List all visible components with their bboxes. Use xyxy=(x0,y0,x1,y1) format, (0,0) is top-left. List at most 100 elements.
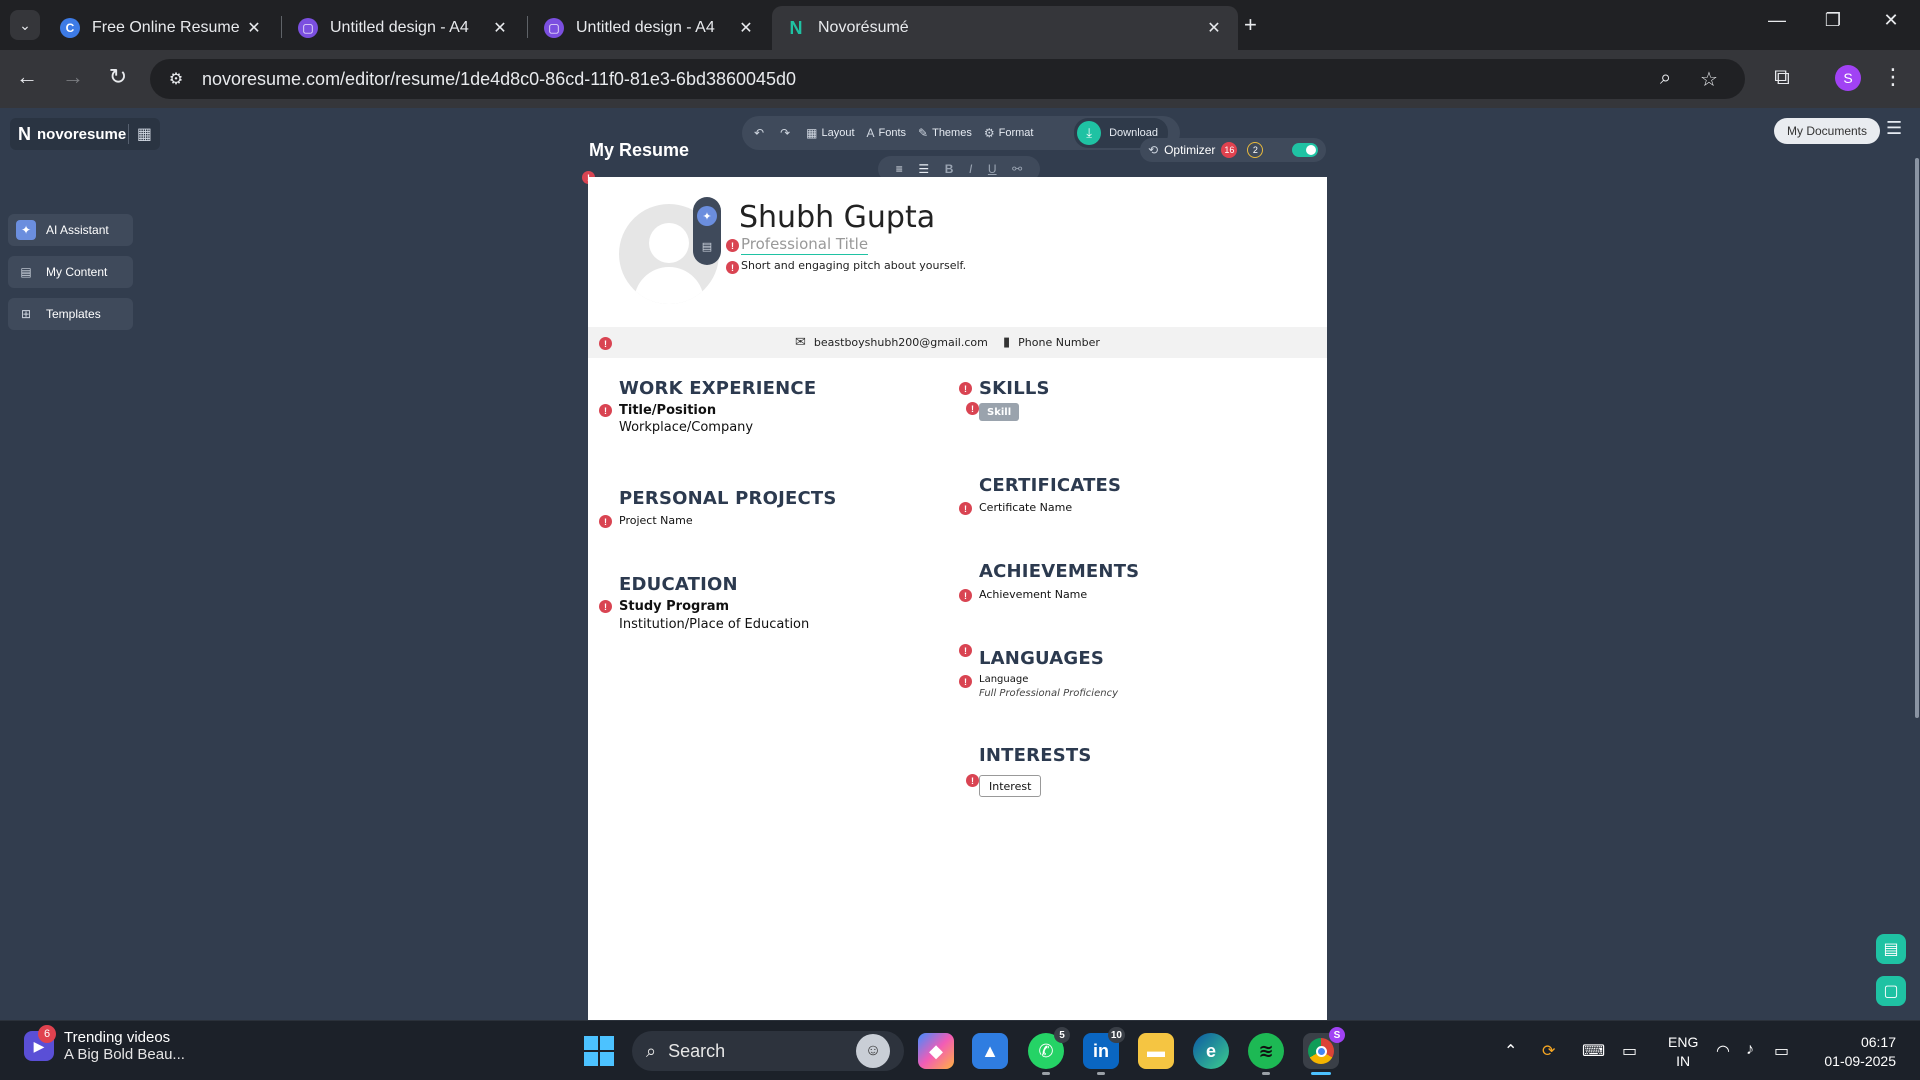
forward-button[interactable]: → xyxy=(58,64,88,90)
sidebar-item-ai-assistant[interactable]: ✦ AI Assistant xyxy=(8,214,133,246)
tab-search-button[interactable]: ⌄ xyxy=(10,10,40,40)
photos-icon[interactable]: ▲ xyxy=(972,1033,1008,1069)
error-indicator-icon[interactable]: ! xyxy=(726,261,739,274)
linkedin-icon[interactable]: in 10 xyxy=(1083,1027,1125,1075)
error-indicator-icon[interactable]: ! xyxy=(959,644,972,657)
section-heading-certificates[interactable]: CERTIFICATES xyxy=(979,475,1121,496)
optimizer-toggle[interactable] xyxy=(1292,143,1318,157)
close-icon[interactable]: ✕ xyxy=(1204,18,1224,38)
ai-photo-icon[interactable]: ✦ xyxy=(697,206,717,226)
underline-icon[interactable]: U xyxy=(988,162,997,176)
tab-resume-builder[interactable]: C Free Online Resume Builder | Ea ✕ xyxy=(46,6,278,50)
error-indicator-icon[interactable]: ! xyxy=(599,515,612,528)
bold-icon[interactable]: B xyxy=(945,162,954,176)
resume-name[interactable]: Shubh Gupta xyxy=(739,200,935,235)
close-window-button[interactable]: ✕ xyxy=(1876,10,1906,31)
fonts-button[interactable]: A Fonts xyxy=(867,126,907,140)
touchpad-icon[interactable]: ▭ xyxy=(1622,1041,1637,1061)
study-program-field[interactable]: Study Program xyxy=(619,599,729,614)
close-icon[interactable]: ✕ xyxy=(736,18,756,38)
institution-field[interactable]: Institution/Place of Education xyxy=(619,617,809,632)
restore-button[interactable]: ❐ xyxy=(1818,10,1848,31)
site-info-icon[interactable]: ⚙ xyxy=(156,69,196,89)
copilot-icon[interactable]: ◆ xyxy=(918,1033,954,1069)
optimizer-control[interactable]: ⟲ Optimizer 16 2 xyxy=(1140,138,1326,162)
taskbar-search[interactable]: ⌕ Search ☺ xyxy=(632,1031,904,1071)
language-indicator[interactable]: ENG IN xyxy=(1668,1033,1698,1071)
error-indicator-icon[interactable]: ! xyxy=(959,382,972,395)
error-indicator-icon[interactable]: ! xyxy=(599,337,612,350)
error-indicator-icon[interactable]: ! xyxy=(599,600,612,613)
error-indicator-icon[interactable]: ! xyxy=(959,589,972,602)
profile-avatar[interactable]: S xyxy=(1835,65,1861,91)
spotify-icon[interactable]: ≋ xyxy=(1248,1033,1284,1075)
pitch-field[interactable]: Short and engaging pitch about yourself. xyxy=(741,259,966,272)
photo-edit-icon[interactable]: ▤ xyxy=(697,236,717,256)
error-indicator-icon[interactable]: ! xyxy=(966,774,979,787)
keyboard-icon[interactable]: ⌨ xyxy=(1582,1041,1605,1061)
edge-icon[interactable]: e xyxy=(1193,1033,1229,1069)
file-explorer-icon[interactable]: ▬ xyxy=(1138,1033,1174,1069)
notes-button[interactable]: ▤ xyxy=(1876,934,1906,964)
clock[interactable]: 06:17 01-09-2025 xyxy=(1816,1033,1896,1071)
error-indicator-icon[interactable]: ! xyxy=(726,239,739,252)
error-indicator-icon[interactable]: ! xyxy=(599,404,612,417)
sync-icon[interactable]: ⟳ xyxy=(1542,1041,1555,1061)
error-indicator-icon[interactable]: ! xyxy=(959,675,972,688)
section-heading-skills[interactable]: SKILLS xyxy=(979,378,1050,399)
reload-button[interactable]: ↻ xyxy=(103,64,133,90)
achievement-name-field[interactable]: Achievement Name xyxy=(979,588,1087,601)
hamburger-menu-icon[interactable]: ☰ xyxy=(1886,118,1902,139)
work-title-field[interactable]: Title/Position xyxy=(619,403,716,418)
italic-icon[interactable]: I xyxy=(969,162,972,176)
battery-icon[interactable]: ▭ xyxy=(1774,1041,1789,1061)
section-heading-education[interactable]: EDUCATION xyxy=(619,574,738,595)
email-contact[interactable]: ✉ beastboyshubh200@gmail.com xyxy=(795,335,988,350)
volume-icon[interactable]: ♪ xyxy=(1746,1041,1754,1059)
format-button[interactable]: ⚙ Format xyxy=(984,126,1034,140)
chat-button[interactable]: ▢ xyxy=(1876,976,1906,1006)
close-icon[interactable]: ✕ xyxy=(244,18,264,38)
zoom-icon[interactable]: ⌕ xyxy=(1660,67,1671,90)
start-button[interactable] xyxy=(584,1036,614,1066)
new-tab-button[interactable]: + xyxy=(1244,12,1257,38)
undo-button[interactable]: ↶ xyxy=(754,126,768,140)
certificate-name-field[interactable]: Certificate Name xyxy=(979,501,1072,514)
sidebar-item-templates[interactable]: ⊞ Templates xyxy=(8,298,133,330)
bookmark-star-icon[interactable]: ☆ xyxy=(1700,67,1718,92)
app-grid-icon[interactable]: ▦ xyxy=(127,124,152,144)
minimize-button[interactable]: — xyxy=(1762,10,1792,31)
chevron-up-icon[interactable]: ⌃ xyxy=(1504,1041,1517,1061)
section-heading-achievements[interactable]: ACHIEVEMENTS xyxy=(979,561,1139,582)
whatsapp-icon[interactable]: ✆ 5 xyxy=(1028,1027,1070,1075)
error-indicator-icon[interactable]: ! xyxy=(966,402,979,415)
redo-button[interactable]: ↷ xyxy=(780,126,794,140)
align-justify-icon[interactable]: ☰ xyxy=(918,162,929,176)
tab-novoresume[interactable]: N Novorésumé ✕ xyxy=(772,6,1238,50)
section-heading-personal-projects[interactable]: PERSONAL PROJECTS xyxy=(619,488,837,509)
browser-menu-button[interactable]: ⋮ xyxy=(1878,64,1908,90)
url-text[interactable]: novoresume.com/editor/resume/1de4d8c0-86… xyxy=(202,69,796,90)
tab-untitled-design-1[interactable]: ▢ Untitled design - A4 ✕ xyxy=(284,6,524,50)
error-indicator-icon[interactable]: ! xyxy=(959,502,972,515)
section-heading-interests[interactable]: INTERESTS xyxy=(979,745,1092,766)
widgets-button[interactable]: ▶ 6 Trending videos A Big Bold Beau... xyxy=(24,1025,185,1063)
scrollbar-thumb[interactable] xyxy=(1915,158,1919,718)
professional-title-field[interactable]: Professional Title xyxy=(741,235,869,255)
close-icon[interactable]: ✕ xyxy=(490,18,510,38)
project-name-field[interactable]: Project Name xyxy=(619,514,693,527)
address-bar[interactable]: ⚙ novoresume.com/editor/resume/1de4d8c0-… xyxy=(150,59,1745,99)
phone-contact[interactable]: ▮ Phone Number xyxy=(1003,335,1100,350)
back-button[interactable]: ← xyxy=(12,64,42,90)
my-documents-button[interactable]: My Documents xyxy=(1774,118,1880,144)
align-left-icon[interactable]: ≡ xyxy=(896,162,903,176)
extensions-button[interactable]: ⧉ xyxy=(1767,64,1797,90)
wifi-icon[interactable]: ◠ xyxy=(1716,1041,1730,1061)
layout-button[interactable]: ▦ Layout xyxy=(806,126,854,140)
themes-button[interactable]: ✎ Themes xyxy=(918,126,972,140)
sidebar-item-my-content[interactable]: ▤ My Content xyxy=(8,256,133,288)
work-company-field[interactable]: Workplace/Company xyxy=(619,420,753,435)
interest-chip[interactable]: Interest xyxy=(979,775,1042,797)
section-heading-languages[interactable]: LANGUAGES xyxy=(979,648,1104,669)
language-field[interactable]: Language xyxy=(979,674,1028,685)
